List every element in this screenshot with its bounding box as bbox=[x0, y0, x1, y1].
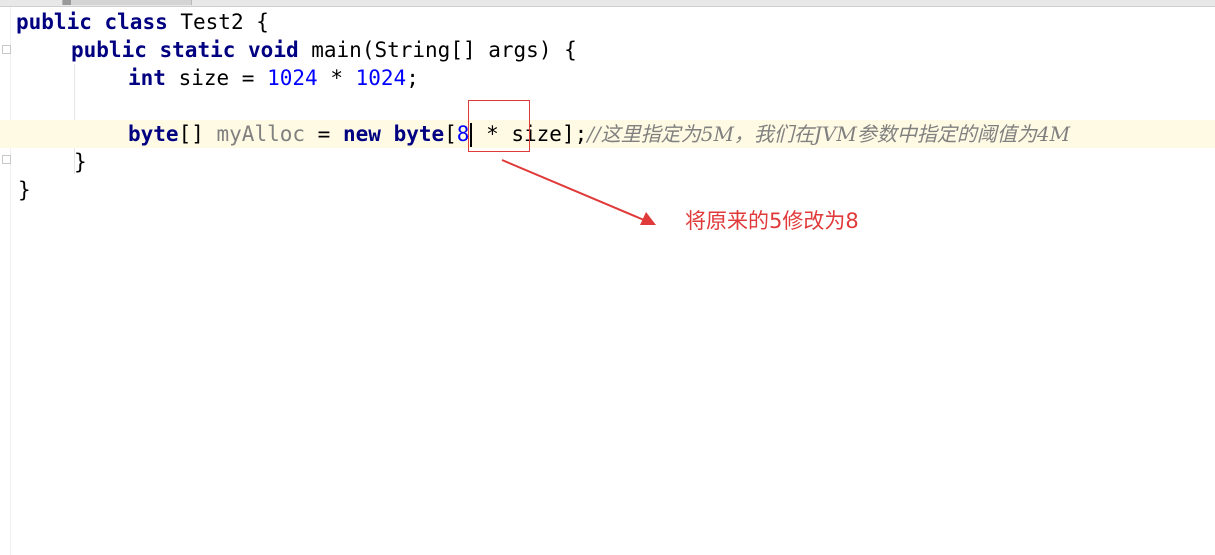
closing-brace: } bbox=[18, 178, 31, 202]
code-line-7[interactable]: } bbox=[0, 176, 1215, 204]
variable-name: myAlloc bbox=[216, 122, 306, 146]
code-line-2[interactable]: public static void main(String[] args) { bbox=[0, 36, 1215, 64]
number-literal: 1024 bbox=[267, 66, 318, 90]
arrow-head-icon bbox=[640, 212, 656, 225]
keyword-public: public bbox=[71, 38, 147, 62]
code-line-3[interactable]: int size = 1024 * 1024; bbox=[0, 64, 1215, 92]
code-line-6[interactable]: } bbox=[0, 148, 1215, 176]
code-comment: //这里指定为5M，我们在JVM参数中指定的阈值为4M bbox=[587, 122, 1071, 146]
assign-operator: = bbox=[305, 122, 343, 146]
keyword-new: new bbox=[342, 122, 381, 146]
code-line-1[interactable]: public class Test2 { bbox=[0, 8, 1215, 36]
code-line-5-current[interactable]: byte[] myAlloc = new byte[8 * size];//这里… bbox=[0, 120, 1215, 148]
highlight-box bbox=[468, 100, 530, 152]
operator: * bbox=[317, 66, 356, 90]
code-line-4[interactable] bbox=[0, 92, 1215, 120]
keyword-class: class bbox=[104, 10, 168, 34]
keyword-byte: byte bbox=[128, 122, 179, 146]
file-type-icon bbox=[63, 0, 71, 5]
open-bracket: [ bbox=[444, 122, 457, 146]
keyword-public: public bbox=[16, 10, 92, 34]
annotation-text: 将原来的5修改为8 bbox=[685, 209, 859, 233]
keyword-void: void bbox=[248, 38, 299, 62]
code-editor[interactable]: public class Test2 { public static void … bbox=[0, 8, 1215, 204]
array-brackets: [] bbox=[178, 122, 217, 146]
closing-brace: } bbox=[74, 150, 87, 174]
class-declaration: Test2 { bbox=[167, 10, 269, 34]
keyword-static: static bbox=[159, 38, 236, 62]
semicolon: ; bbox=[406, 66, 419, 90]
editor-tab[interactable] bbox=[62, 0, 192, 5]
method-signature: main(String[] args) { bbox=[298, 38, 577, 62]
keyword-int: int bbox=[128, 66, 166, 90]
keyword-byte: byte bbox=[393, 122, 445, 146]
number-literal: 1024 bbox=[355, 66, 407, 90]
editor-tab-strip bbox=[0, 0, 1215, 7]
code-text: size = bbox=[165, 66, 268, 90]
